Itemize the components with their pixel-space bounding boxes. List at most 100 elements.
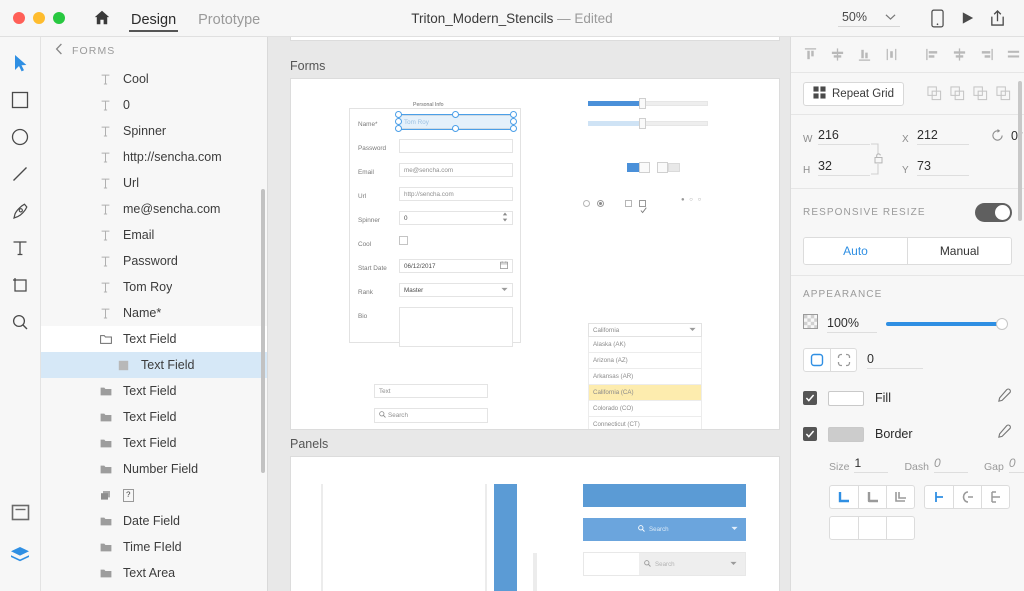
layer-item[interactable]: Url <box>41 170 267 196</box>
opacity-slider[interactable] <box>886 318 1008 330</box>
join-extra-1-icon[interactable] <box>830 517 858 539</box>
line-tool[interactable] <box>5 158 35 190</box>
checkbox-checked-icon[interactable] <box>639 200 647 214</box>
tab-design[interactable]: Design <box>128 12 179 32</box>
border-size-value[interactable]: 1 <box>854 456 889 473</box>
border-size-field[interactable]: Size 1 <box>829 456 889 473</box>
fill-checkbox[interactable] <box>803 391 817 405</box>
align-bottom-icon[interactable] <box>851 41 878 68</box>
align-vertical-center-icon[interactable] <box>824 41 851 68</box>
selection-handle-ml[interactable] <box>395 118 402 125</box>
state-dropdown-item[interactable]: Connecticut (CT) <box>588 417 702 429</box>
ellipsis-icon[interactable]: ● ○ ○ <box>681 197 703 203</box>
zoom-control[interactable]: 50% <box>837 10 900 27</box>
layer-item[interactable]: http://sencha.com <box>41 144 267 170</box>
intersect-shape-icon[interactable] <box>972 85 989 102</box>
layer-item[interactable]: 0 <box>41 92 267 118</box>
border-gap-field[interactable]: Gap 0 <box>984 456 1024 473</box>
exclude-shape-icon[interactable] <box>995 85 1012 102</box>
spinner-stepper-icon[interactable] <box>502 212 508 224</box>
chevron-down-icon[interactable] <box>501 287 508 294</box>
panel-search-blue[interactable]: Search <box>583 518 746 541</box>
selection-handle-bc[interactable] <box>452 125 459 132</box>
toggle-on-knob[interactable] <box>639 162 650 173</box>
state-dropdown-item-highlighted[interactable]: California (CA) <box>588 385 702 401</box>
y-value[interactable]: 73 <box>917 159 969 176</box>
width-value[interactable]: 216 <box>818 128 870 145</box>
opacity-slider-knob[interactable] <box>996 318 1008 330</box>
height-field[interactable]: H 32 <box>803 159 870 176</box>
join-miter-icon[interactable] <box>830 486 858 508</box>
field-input-start-date[interactable]: 06/12/2017 <box>399 259 513 273</box>
field-select-rank[interactable]: Master <box>399 283 513 297</box>
field-input-password[interactable] <box>399 139 513 153</box>
toggle-off-knob[interactable] <box>657 162 668 173</box>
chevron-left-icon[interactable] <box>55 43 63 58</box>
layer-item[interactable]: Time FIeld <box>41 534 267 560</box>
cap-round-icon[interactable] <box>953 486 981 508</box>
join-extra-2-icon[interactable] <box>858 517 886 539</box>
select-tool[interactable] <box>5 47 35 79</box>
zoom-tool[interactable] <box>5 306 35 338</box>
height-value[interactable]: 32 <box>818 159 870 176</box>
extra-input-search[interactable]: Search <box>374 408 488 423</box>
field-checkbox-cool[interactable] <box>399 236 408 245</box>
layer-item[interactable]: Spinner <box>41 118 267 144</box>
x-field[interactable]: X 212 <box>902 128 969 145</box>
artboard-label-forms[interactable]: Forms <box>290 59 780 73</box>
home-icon[interactable] <box>91 7 113 29</box>
opacity-value[interactable]: 100% <box>827 316 877 333</box>
toggle-on-left[interactable] <box>627 163 639 172</box>
width-field[interactable]: W 216 <box>803 128 870 145</box>
fill-color-swatch[interactable] <box>828 390 864 406</box>
responsive-mode-manual[interactable]: Manual <box>907 238 1011 264</box>
layer-item[interactable]: Text Field <box>41 378 267 404</box>
chevron-down-icon[interactable] <box>730 561 737 568</box>
slider-knob-1[interactable] <box>639 98 646 109</box>
slider-knob-2[interactable] <box>639 118 646 129</box>
field-input-url[interactable]: http://sencha.com <box>399 187 513 201</box>
inspector-scrollbar[interactable] <box>1018 81 1022 221</box>
assets-panel-icon[interactable] <box>5 496 35 528</box>
design-canvas[interactable]: Forms Personal Info Name* Tom Roy Passwo… <box>268 37 790 591</box>
selection-handle-tc[interactable] <box>452 111 459 118</box>
play-icon[interactable] <box>952 5 982 31</box>
field-textarea-bio[interactable] <box>399 307 513 347</box>
x-value[interactable]: 212 <box>917 128 969 145</box>
selection-handle-tr[interactable] <box>510 111 517 118</box>
corner-all-icon[interactable] <box>804 349 830 371</box>
layer-item[interactable]: Email <box>41 222 267 248</box>
layer-item[interactable]: Cool <box>41 66 267 92</box>
radio-checked-icon[interactable] <box>597 200 604 207</box>
repeat-grid-button[interactable]: Repeat Grid <box>803 81 905 106</box>
layers-scrollbar[interactable] <box>261 189 265 473</box>
layer-item[interactable]: Text Field <box>41 404 267 430</box>
responsive-toggle[interactable] <box>975 203 1012 222</box>
state-dropdown-item[interactable]: Arizona (AZ) <box>588 353 702 369</box>
border-checkbox[interactable] <box>803 427 817 441</box>
selection-handle-br[interactable] <box>510 125 517 132</box>
share-icon[interactable] <box>982 5 1012 31</box>
layer-item-selected[interactable]: Text Field <box>41 352 267 378</box>
layer-item[interactable]: Date Field <box>41 508 267 534</box>
border-gap-value[interactable]: 0 <box>1008 456 1024 473</box>
eyedropper-icon[interactable] <box>997 388 1012 408</box>
layer-item[interactable]: Text Field <box>41 586 267 591</box>
align-right-icon[interactable] <box>973 41 1000 68</box>
subtract-shape-icon[interactable] <box>949 85 966 102</box>
add-shape-icon[interactable] <box>926 85 943 102</box>
responsive-mode-auto[interactable]: Auto <box>804 238 907 264</box>
field-input-email[interactable]: me@sencha.com <box>399 163 513 177</box>
state-dropdown-item[interactable]: Alaska (AK) <box>588 337 702 353</box>
layer-item[interactable]: me@sencha.com <box>41 196 267 222</box>
selection-handle-bl[interactable] <box>395 125 402 132</box>
layer-item[interactable]: Number Field <box>41 456 267 482</box>
layers-panel-icon[interactable] <box>5 538 35 570</box>
border-color-swatch[interactable] <box>828 426 864 442</box>
join-extra-3-icon[interactable] <box>886 517 914 539</box>
field-input-spinner[interactable]: 0 <box>399 211 513 225</box>
tab-prototype[interactable]: Prototype <box>198 12 260 32</box>
distribute-vertical-icon[interactable] <box>878 41 905 68</box>
artboard-tool[interactable] <box>5 269 35 301</box>
layer-item[interactable]: Tom Roy <box>41 274 267 300</box>
